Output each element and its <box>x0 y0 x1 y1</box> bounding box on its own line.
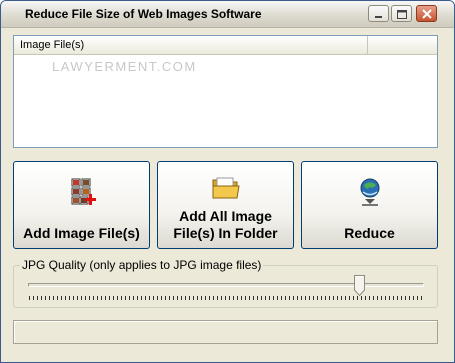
minimize-icon <box>375 16 382 18</box>
reduce-icon <box>360 178 379 206</box>
minimize-button[interactable] <box>368 5 389 22</box>
watermark-text: LAWYERMENT.COM <box>52 59 197 74</box>
quality-slider-ticks <box>29 296 423 300</box>
maximize-icon <box>397 10 407 19</box>
add-image-files-label: Add Image File(s) <box>23 225 140 241</box>
folder-icon <box>212 177 240 199</box>
add-folder-button[interactable]: Add All Image File(s) In Folder <box>157 161 294 249</box>
quality-slider-thumb[interactable] <box>354 275 366 296</box>
add-folder-label: Add All Image File(s) In Folder <box>173 208 278 241</box>
reduce-button[interactable]: Reduce <box>301 161 438 249</box>
list-header: Image File(s) <box>14 36 437 55</box>
status-bar <box>13 320 438 344</box>
close-button[interactable] <box>416 5 437 22</box>
close-icon <box>422 9 432 19</box>
add-image-files-button[interactable]: Add Image File(s) <box>13 161 150 249</box>
column-header-image-files[interactable]: Image File(s) <box>14 36 368 54</box>
window-title: Reduce File Size of Web Images Software <box>25 7 262 21</box>
add-images-icon <box>71 178 96 205</box>
title-bar[interactable]: Reduce File Size of Web Images Software <box>1 1 454 28</box>
app-window: Reduce File Size of Web Images Software … <box>0 0 455 363</box>
maximize-button[interactable] <box>391 5 412 22</box>
jpg-quality-label: JPG Quality (only applies to JPG image f… <box>20 258 264 272</box>
image-files-list[interactable]: Image File(s) LAWYERMENT.COM <box>13 35 438 148</box>
column-header-extra[interactable] <box>369 36 437 54</box>
reduce-label: Reduce <box>344 225 395 241</box>
